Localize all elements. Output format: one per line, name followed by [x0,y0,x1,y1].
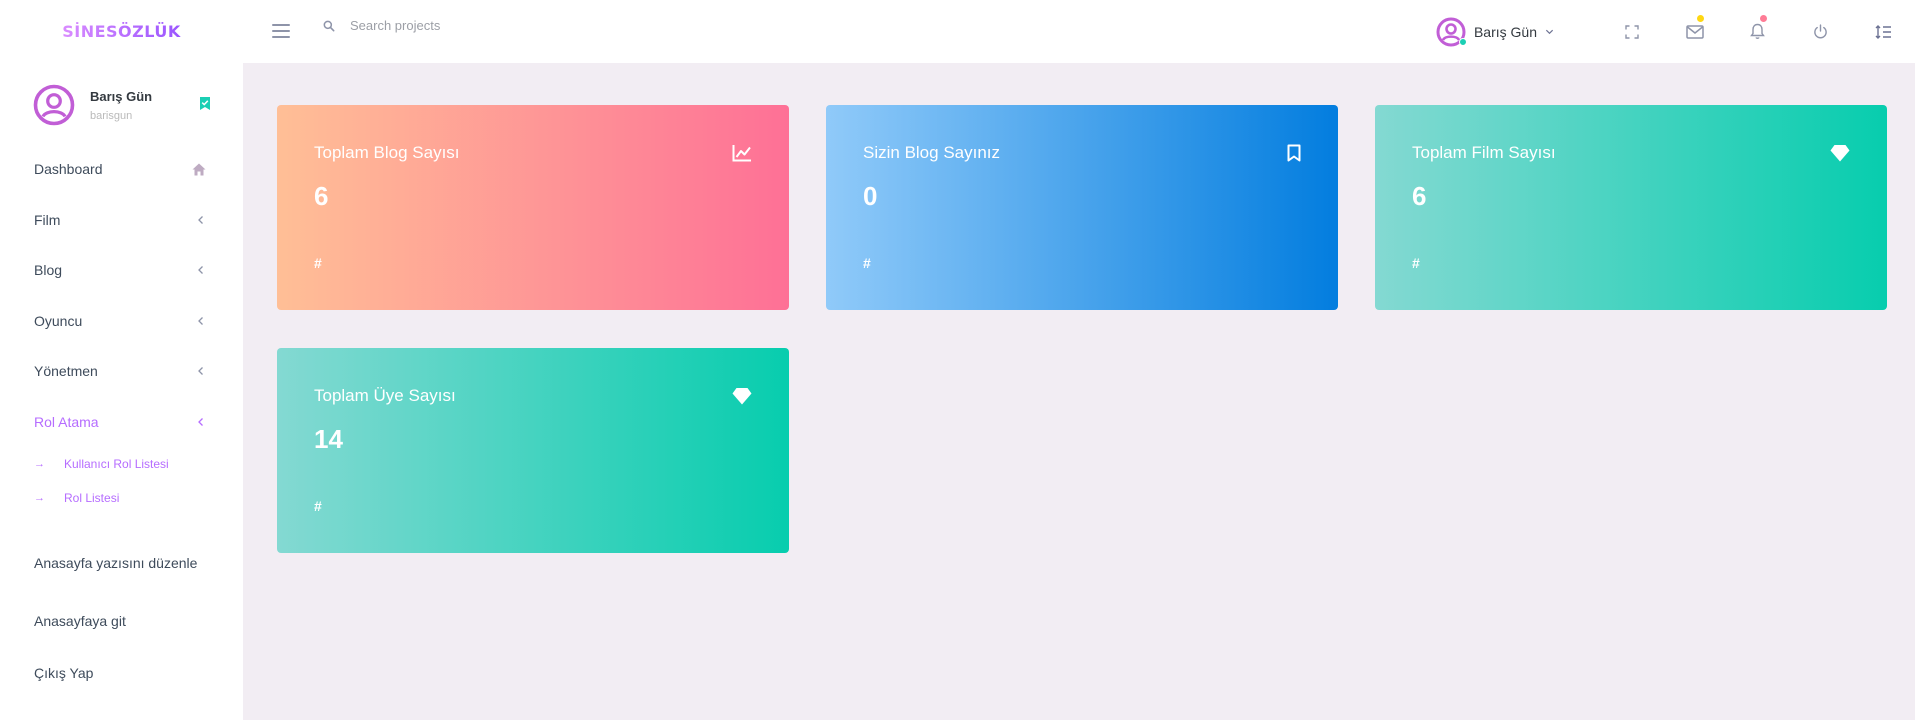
sidebar-item-label: Anasayfa yazısını düzenle [34,555,198,571]
brand-logo-text: SİNESÖZLÜK [62,22,181,41]
notifications-button[interactable] [1726,0,1789,63]
chart-line-icon [732,145,751,162]
bell-icon [1750,23,1765,39]
card-footer: # [314,498,322,514]
sidebar-user-name: Barış Gün [90,88,153,104]
card-title: Toplam Blog Sayısı [314,143,460,162]
sidebar-item-blog[interactable]: Blog [34,258,206,282]
stat-card-total-blogs: Toplam Blog Sayısı 6 # [277,105,789,310]
power-icon [1814,24,1827,39]
arrow-right-icon: → [34,458,45,470]
diamond-icon [1830,145,1850,162]
sidebar-item-label: Oyuncu [34,313,83,329]
search-icon [323,20,335,31]
sidebar-item-label: Blog [34,262,63,278]
mail-badge [1697,15,1704,22]
messages-button[interactable] [1663,0,1726,63]
card-footer: # [1412,255,1420,271]
chevron-down-icon [1545,29,1554,35]
home-icon [192,163,206,175]
card-value: 6 [1412,181,1427,211]
submenu-item-rol-listesi[interactable]: → Rol Listesi [34,488,119,508]
bookmark-icon [1287,144,1301,162]
sidebar-user-handle: barisgun [90,109,133,122]
sidebar-item-cikis-yap[interactable]: Çıkış Yap [34,661,206,685]
card-title: Toplam Film Sayısı [1412,143,1556,162]
sidebar-item-rol-atama[interactable]: Rol Atama [34,410,206,434]
notification-badge [1760,15,1767,22]
sidebar-item-anasayfaya-git[interactable]: Anasayfaya git [34,609,206,633]
sidebar-item-label: Film [34,212,61,228]
sidebar-item-label: Rol Atama [34,414,99,430]
search-bar [322,18,650,33]
chevron-left-icon [198,266,203,274]
menu-toggle-button[interactable] [272,20,290,42]
settings-panel-button[interactable] [1852,0,1915,63]
chevron-left-icon [198,418,203,426]
sidebar-item-label: Anasayfaya git [34,613,126,629]
stat-card-total-members: Toplam Üye Sayısı 14 # [277,348,789,553]
sidebar-item-label: Çıkış Yap [34,665,94,681]
avatar [33,84,75,126]
mail-icon [1685,24,1704,39]
card-value: 0 [863,181,878,211]
avatar [1436,17,1467,47]
arrow-right-icon: → [34,492,45,504]
sidebar-item-label: Yönetmen [34,363,98,379]
card-title: Toplam Üye Sayısı [314,386,456,405]
online-status-dot [1458,37,1467,46]
sidebar-item-yonetmen[interactable]: Yönetmen [34,359,206,383]
sidebar-item-dashboard[interactable]: Dashboard [34,157,206,181]
logout-button[interactable] [1789,0,1852,63]
card-value: 6 [314,181,329,211]
brand-logo[interactable]: SİNESÖZLÜK [0,0,243,63]
card-footer: # [863,255,871,271]
card-title: Sizin Blog Sayınız [863,143,1001,162]
top-navbar: SİNESÖZLÜK Barış Gün [0,0,1915,63]
card-value: 14 [314,424,343,454]
sidebar-item-label: Dashboard [34,161,103,177]
submenu-item-kullanici-rol-listesi[interactable]: → Kullanıcı Rol Listesi [34,454,169,474]
chevron-left-icon [198,367,203,375]
sidebar-item-film[interactable]: Film [34,208,206,232]
submenu-item-label: Rol Listesi [64,491,120,505]
stat-card-your-blogs: Sizin Blog Sayınız 0 # [826,105,1338,310]
diamond-icon [732,388,752,405]
sidebar: Barış Gün barisgun Dashboard Film Blog O… [0,63,243,720]
search-input[interactable] [350,18,650,33]
profile-dropdown[interactable]: Barış Gün [1436,17,1554,47]
bookmark-check-icon [200,97,210,110]
list-menu-icon [1875,24,1891,39]
sidebar-item-anasayfa-duzenle[interactable]: Anasayfa yazısını düzenle [34,551,234,575]
sidebar-profile[interactable]: Barış Gün barisgun [33,83,213,127]
profile-name: Barış Gün [1473,23,1537,40]
navbar-right: Barış Gün [1436,0,1915,63]
submenu-item-label: Kullanıcı Rol Listesi [64,457,169,471]
card-footer: # [314,255,322,271]
chevron-left-icon [198,317,203,325]
fullscreen-button[interactable] [1600,0,1663,63]
stat-card-total-films: Toplam Film Sayısı 6 # [1375,105,1887,310]
chevron-left-icon [198,216,203,224]
fullscreen-icon [1624,24,1639,39]
sidebar-item-oyuncu[interactable]: Oyuncu [34,309,206,333]
